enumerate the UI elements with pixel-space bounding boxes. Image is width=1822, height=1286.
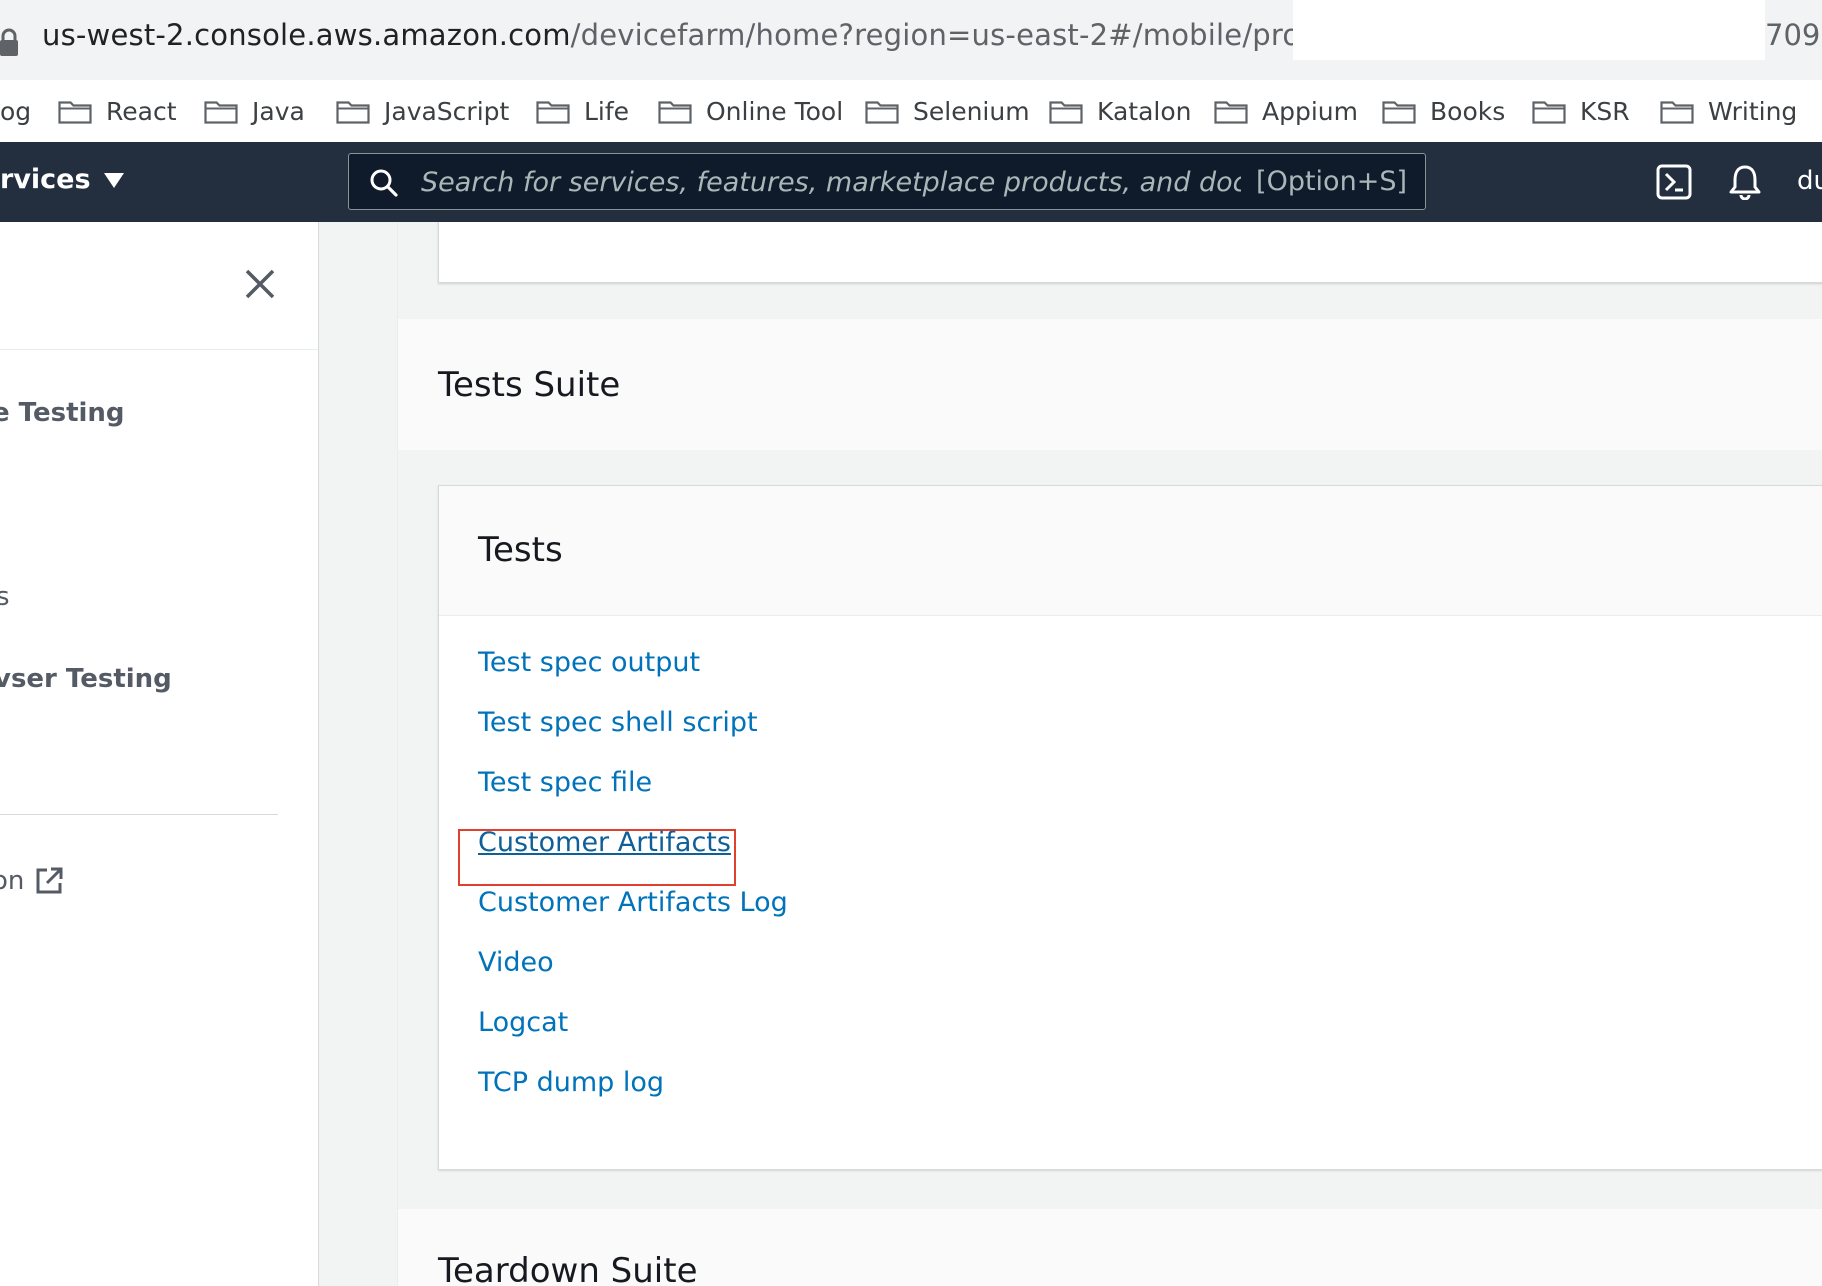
folder-icon: [336, 101, 370, 124]
url-overlay: [1293, 0, 1765, 60]
url-host: us-west-2.console.aws.amazon.com: [42, 18, 571, 52]
caret-down-icon: [103, 172, 124, 188]
services-label: rvices: [0, 164, 91, 195]
tests-suite-header: Tests Suite: [398, 319, 1822, 450]
url-tail: 709: [1765, 18, 1821, 52]
bookmark-label: Appium: [1262, 96, 1358, 126]
link-tcp-dump-log[interactable]: TCP dump log: [478, 1067, 664, 1098]
sidebar-item-desktop-browser-testing[interactable]: vser Testing: [0, 664, 172, 694]
close-icon[interactable]: [244, 268, 276, 300]
browser-address-bar: us-west-2.console.aws.amazon.com/devicef…: [0, 0, 1822, 80]
sidebar-item-mobile-device-testing[interactable]: e Testing: [0, 398, 125, 428]
bookmark-ksr[interactable]: KSR: [1532, 80, 1630, 142]
bookmark-writing[interactable]: Writing: [1660, 80, 1797, 142]
bookmark-label: Katalon: [1097, 96, 1192, 126]
folder-icon: [1660, 101, 1694, 124]
folder-icon: [1049, 101, 1083, 124]
bookmark-og[interactable]: og: [0, 80, 31, 142]
folder-icon: [58, 101, 92, 124]
bookmark-label: React: [106, 96, 177, 126]
bookmarks-bar: og React Java JavaScript Life Online Too…: [0, 80, 1822, 143]
sidebar-item-documentation[interactable]: on: [0, 866, 64, 896]
folder-icon: [204, 101, 238, 124]
tests-card: Tests Test spec output Test spec shell s…: [438, 485, 1822, 1170]
layout-gutter: [319, 222, 398, 1286]
link-logcat[interactable]: Logcat: [478, 1007, 568, 1038]
services-menu-button[interactable]: rvices: [0, 164, 125, 195]
bell-icon[interactable]: [1728, 164, 1762, 200]
lock-icon: [0, 28, 18, 56]
bookmark-selenium[interactable]: Selenium: [865, 80, 1030, 142]
bookmark-label: og: [0, 96, 32, 126]
bookmark-label: Life: [584, 96, 630, 126]
tests-card-header: Tests: [439, 486, 1822, 616]
link-test-spec-output[interactable]: Test spec output: [478, 647, 700, 678]
bookmark-java[interactable]: Java: [204, 80, 305, 142]
sidebar-item-settings[interactable]: s: [0, 582, 10, 612]
link-test-spec-file[interactable]: Test spec file: [478, 767, 652, 798]
aws-top-nav: rvices [Option+S] du: [0, 142, 1822, 222]
search-shortcut-hint: [Option+S]: [1256, 166, 1407, 197]
folder-icon: [1382, 101, 1416, 124]
bookmark-online-tool[interactable]: Online Tool: [658, 80, 843, 142]
sidebar-divider: [0, 814, 278, 815]
bookmark-appium[interactable]: Appium: [1214, 80, 1358, 142]
folder-icon: [658, 101, 692, 124]
teardown-suite-header: Teardown Suite: [398, 1209, 1822, 1286]
link-test-spec-shell-script[interactable]: Test spec shell script: [478, 707, 758, 738]
bookmark-label: Selenium: [913, 96, 1030, 126]
folder-icon: [536, 101, 570, 124]
bookmark-life[interactable]: Life: [536, 80, 629, 142]
bookmark-label: Java: [252, 96, 305, 126]
bookmark-javascript[interactable]: JavaScript: [336, 80, 509, 142]
sidebar-item-label: on: [0, 866, 25, 896]
bookmark-label: KSR: [1580, 96, 1630, 126]
bookmark-katalon[interactable]: Katalon: [1049, 80, 1191, 142]
tests-suite-title: Tests Suite: [438, 365, 621, 405]
side-navigation: m e Testing s vser Testing on: [0, 222, 319, 1286]
bookmark-label: Books: [1430, 96, 1506, 126]
bookmark-label: JavaScript: [384, 96, 510, 126]
link-video[interactable]: Video: [478, 947, 554, 978]
folder-icon: [865, 101, 899, 124]
main-content: Tests Suite Tests Test spec output Test …: [398, 222, 1822, 1286]
folder-icon: [1532, 101, 1566, 124]
bookmark-react[interactable]: React: [58, 80, 177, 142]
sidebar-divider: [0, 349, 318, 350]
search-input[interactable]: [419, 160, 1243, 204]
tests-card-title: Tests: [478, 530, 563, 570]
link-customer-artifacts-log[interactable]: Customer Artifacts Log: [478, 887, 788, 918]
link-customer-artifacts[interactable]: Customer Artifacts: [478, 827, 731, 858]
cloudshell-icon[interactable]: [1656, 164, 1692, 200]
external-link-icon: [36, 867, 63, 894]
bookmark-books[interactable]: Books: [1382, 80, 1505, 142]
teardown-suite-title: Teardown Suite: [438, 1251, 698, 1286]
url-field[interactable]: us-west-2.console.aws.amazon.com/devicef…: [42, 18, 1436, 52]
bookmark-label: Writing: [1708, 96, 1798, 126]
search-icon: [370, 169, 398, 197]
bookmark-label: Online Tool: [706, 96, 844, 126]
search-box[interactable]: [Option+S]: [348, 153, 1426, 210]
account-menu-button[interactable]: du: [1797, 166, 1822, 196]
folder-icon: [1214, 101, 1248, 124]
previous-card: [438, 222, 1822, 283]
